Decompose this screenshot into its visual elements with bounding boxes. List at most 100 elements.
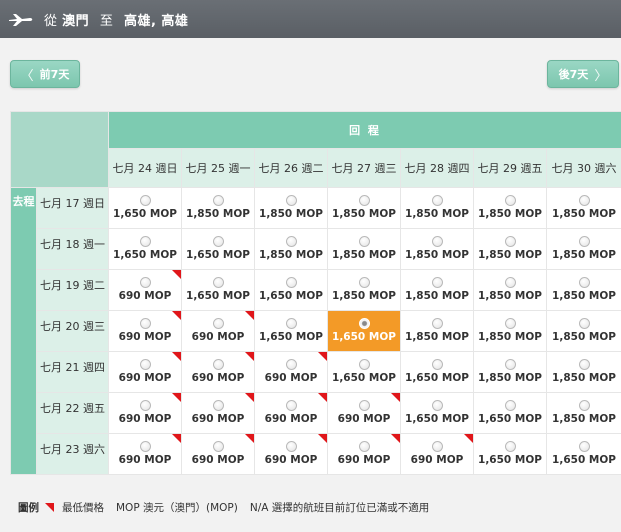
- fare-cell[interactable]: 1,650 MOP: [473, 433, 547, 475]
- fare-radio[interactable]: [212, 236, 224, 247]
- fare-radio[interactable]: [212, 195, 224, 206]
- fare-radio[interactable]: [212, 359, 224, 370]
- fare-radio[interactable]: [358, 195, 370, 206]
- fare-radio[interactable]: [139, 195, 151, 206]
- fare-cell[interactable]: 1,650 MOP: [181, 228, 255, 270]
- fare-radio[interactable]: [504, 195, 516, 206]
- fare-cell[interactable]: 690 MOP: [254, 351, 328, 393]
- fare-cell[interactable]: 1,650 MOP: [181, 269, 255, 311]
- fare-radio[interactable]: [212, 277, 224, 288]
- fare-cell[interactable]: 1,850 MOP: [545, 392, 621, 434]
- fare-radio[interactable]: [212, 441, 224, 452]
- fare-cell[interactable]: 690 MOP: [108, 351, 182, 393]
- fare-radio[interactable]: [139, 318, 151, 329]
- fare-radio[interactable]: [431, 400, 443, 411]
- fare-radio[interactable]: [431, 195, 443, 206]
- fare-cell-selected[interactable]: 1,650 MOP: [327, 310, 401, 352]
- fare-cell[interactable]: 1,850 MOP: [545, 269, 621, 311]
- fare-radio[interactable]: [431, 359, 443, 370]
- fare-cell[interactable]: 1,650 MOP: [254, 310, 328, 352]
- fare-cell[interactable]: 1,850 MOP: [327, 228, 401, 270]
- fare-radio[interactable]: [431, 318, 443, 329]
- fare-cell[interactable]: 1,850 MOP: [473, 187, 547, 229]
- fare-radio[interactable]: [139, 400, 151, 411]
- fare-cell[interactable]: 690 MOP: [181, 392, 255, 434]
- fare-cell[interactable]: 1,850 MOP: [400, 269, 474, 311]
- fare-radio[interactable]: [139, 236, 151, 247]
- fare-cell[interactable]: 690 MOP: [108, 433, 182, 475]
- fare-radio[interactable]: [285, 195, 297, 206]
- fare-radio[interactable]: [504, 277, 516, 288]
- fare-radio[interactable]: [578, 277, 590, 288]
- next-7-days-button[interactable]: 後7天 〉: [547, 60, 619, 88]
- fare-cell[interactable]: 690 MOP: [181, 310, 255, 352]
- fare-cell[interactable]: 1,850 MOP: [473, 351, 547, 393]
- fare-radio[interactable]: [504, 236, 516, 247]
- fare-cell[interactable]: 1,650 MOP: [254, 269, 328, 311]
- fare-radio[interactable]: [285, 277, 297, 288]
- fare-cell[interactable]: 1,850 MOP: [473, 310, 547, 352]
- fare-cell[interactable]: 1,850 MOP: [400, 187, 474, 229]
- fare-cell[interactable]: 1,850 MOP: [545, 351, 621, 393]
- fare-radio[interactable]: [504, 441, 516, 452]
- fare-cell[interactable]: 1,850 MOP: [400, 228, 474, 270]
- fare-cell[interactable]: 690 MOP: [254, 433, 328, 475]
- fare-radio[interactable]: [578, 359, 590, 370]
- fare-radio[interactable]: [431, 441, 443, 452]
- prev-7-days-button[interactable]: 〈 前7天: [10, 60, 80, 88]
- fare-radio[interactable]: [358, 441, 370, 452]
- fare-radio[interactable]: [285, 400, 297, 411]
- fare-radio[interactable]: [431, 236, 443, 247]
- fare-cell[interactable]: 1,650 MOP: [473, 392, 547, 434]
- fare-radio[interactable]: [285, 441, 297, 452]
- fare-radio[interactable]: [139, 277, 151, 288]
- fare-cell[interactable]: 1,850 MOP: [473, 269, 547, 311]
- fare-cell[interactable]: 690 MOP: [108, 269, 182, 311]
- fare-cell[interactable]: 1,650 MOP: [327, 351, 401, 393]
- fare-cell[interactable]: 1,850 MOP: [545, 310, 621, 352]
- fare-radio[interactable]: [431, 277, 443, 288]
- fare-cell[interactable]: 690 MOP: [181, 351, 255, 393]
- fare-radio[interactable]: [212, 318, 224, 329]
- fare-radio[interactable]: [504, 318, 516, 329]
- fare-cell[interactable]: 690 MOP: [327, 392, 401, 434]
- fare-radio[interactable]: [578, 441, 590, 452]
- fare-cell[interactable]: 1,850 MOP: [400, 310, 474, 352]
- fare-cell[interactable]: 690 MOP: [108, 310, 182, 352]
- fare-radio[interactable]: [212, 400, 224, 411]
- fare-cell[interactable]: 1,650 MOP: [400, 392, 474, 434]
- fare-radio[interactable]: [139, 359, 151, 370]
- fare-cell[interactable]: 690 MOP: [400, 433, 474, 475]
- fare-cell[interactable]: 1,850 MOP: [545, 187, 621, 229]
- fare-radio[interactable]: [578, 195, 590, 206]
- fare-radio[interactable]: [358, 400, 370, 411]
- fare-radio[interactable]: [578, 236, 590, 247]
- fare-cell[interactable]: 1,650 MOP: [108, 187, 182, 229]
- fare-cell[interactable]: 1,850 MOP: [545, 228, 621, 270]
- fare-cell[interactable]: 690 MOP: [181, 433, 255, 475]
- fare-cell[interactable]: 690 MOP: [254, 392, 328, 434]
- fare-radio[interactable]: [358, 318, 370, 329]
- fare-radio[interactable]: [504, 359, 516, 370]
- fare-radio[interactable]: [358, 277, 370, 288]
- fare-cell[interactable]: 690 MOP: [108, 392, 182, 434]
- fare-radio[interactable]: [578, 400, 590, 411]
- fare-cell[interactable]: 1,850 MOP: [327, 187, 401, 229]
- fare-cell[interactable]: 1,850 MOP: [181, 187, 255, 229]
- fare-radio[interactable]: [504, 400, 516, 411]
- fare-cell[interactable]: 1,850 MOP: [254, 228, 328, 270]
- fare-cell[interactable]: 1,850 MOP: [327, 269, 401, 311]
- fare-cell[interactable]: 1,650 MOP: [545, 433, 621, 475]
- fare-radio[interactable]: [285, 236, 297, 247]
- fare-radio[interactable]: [358, 359, 370, 370]
- fare-cell[interactable]: 1,850 MOP: [254, 187, 328, 229]
- fare-radio[interactable]: [285, 359, 297, 370]
- fare-cell[interactable]: 1,650 MOP: [108, 228, 182, 270]
- fare-cell[interactable]: 690 MOP: [327, 433, 401, 475]
- fare-radio[interactable]: [358, 236, 370, 247]
- fare-radio[interactable]: [139, 441, 151, 452]
- fare-cell[interactable]: 1,650 MOP: [400, 351, 474, 393]
- fare-radio[interactable]: [578, 318, 590, 329]
- fare-cell[interactable]: 1,850 MOP: [473, 228, 547, 270]
- fare-radio[interactable]: [285, 318, 297, 329]
